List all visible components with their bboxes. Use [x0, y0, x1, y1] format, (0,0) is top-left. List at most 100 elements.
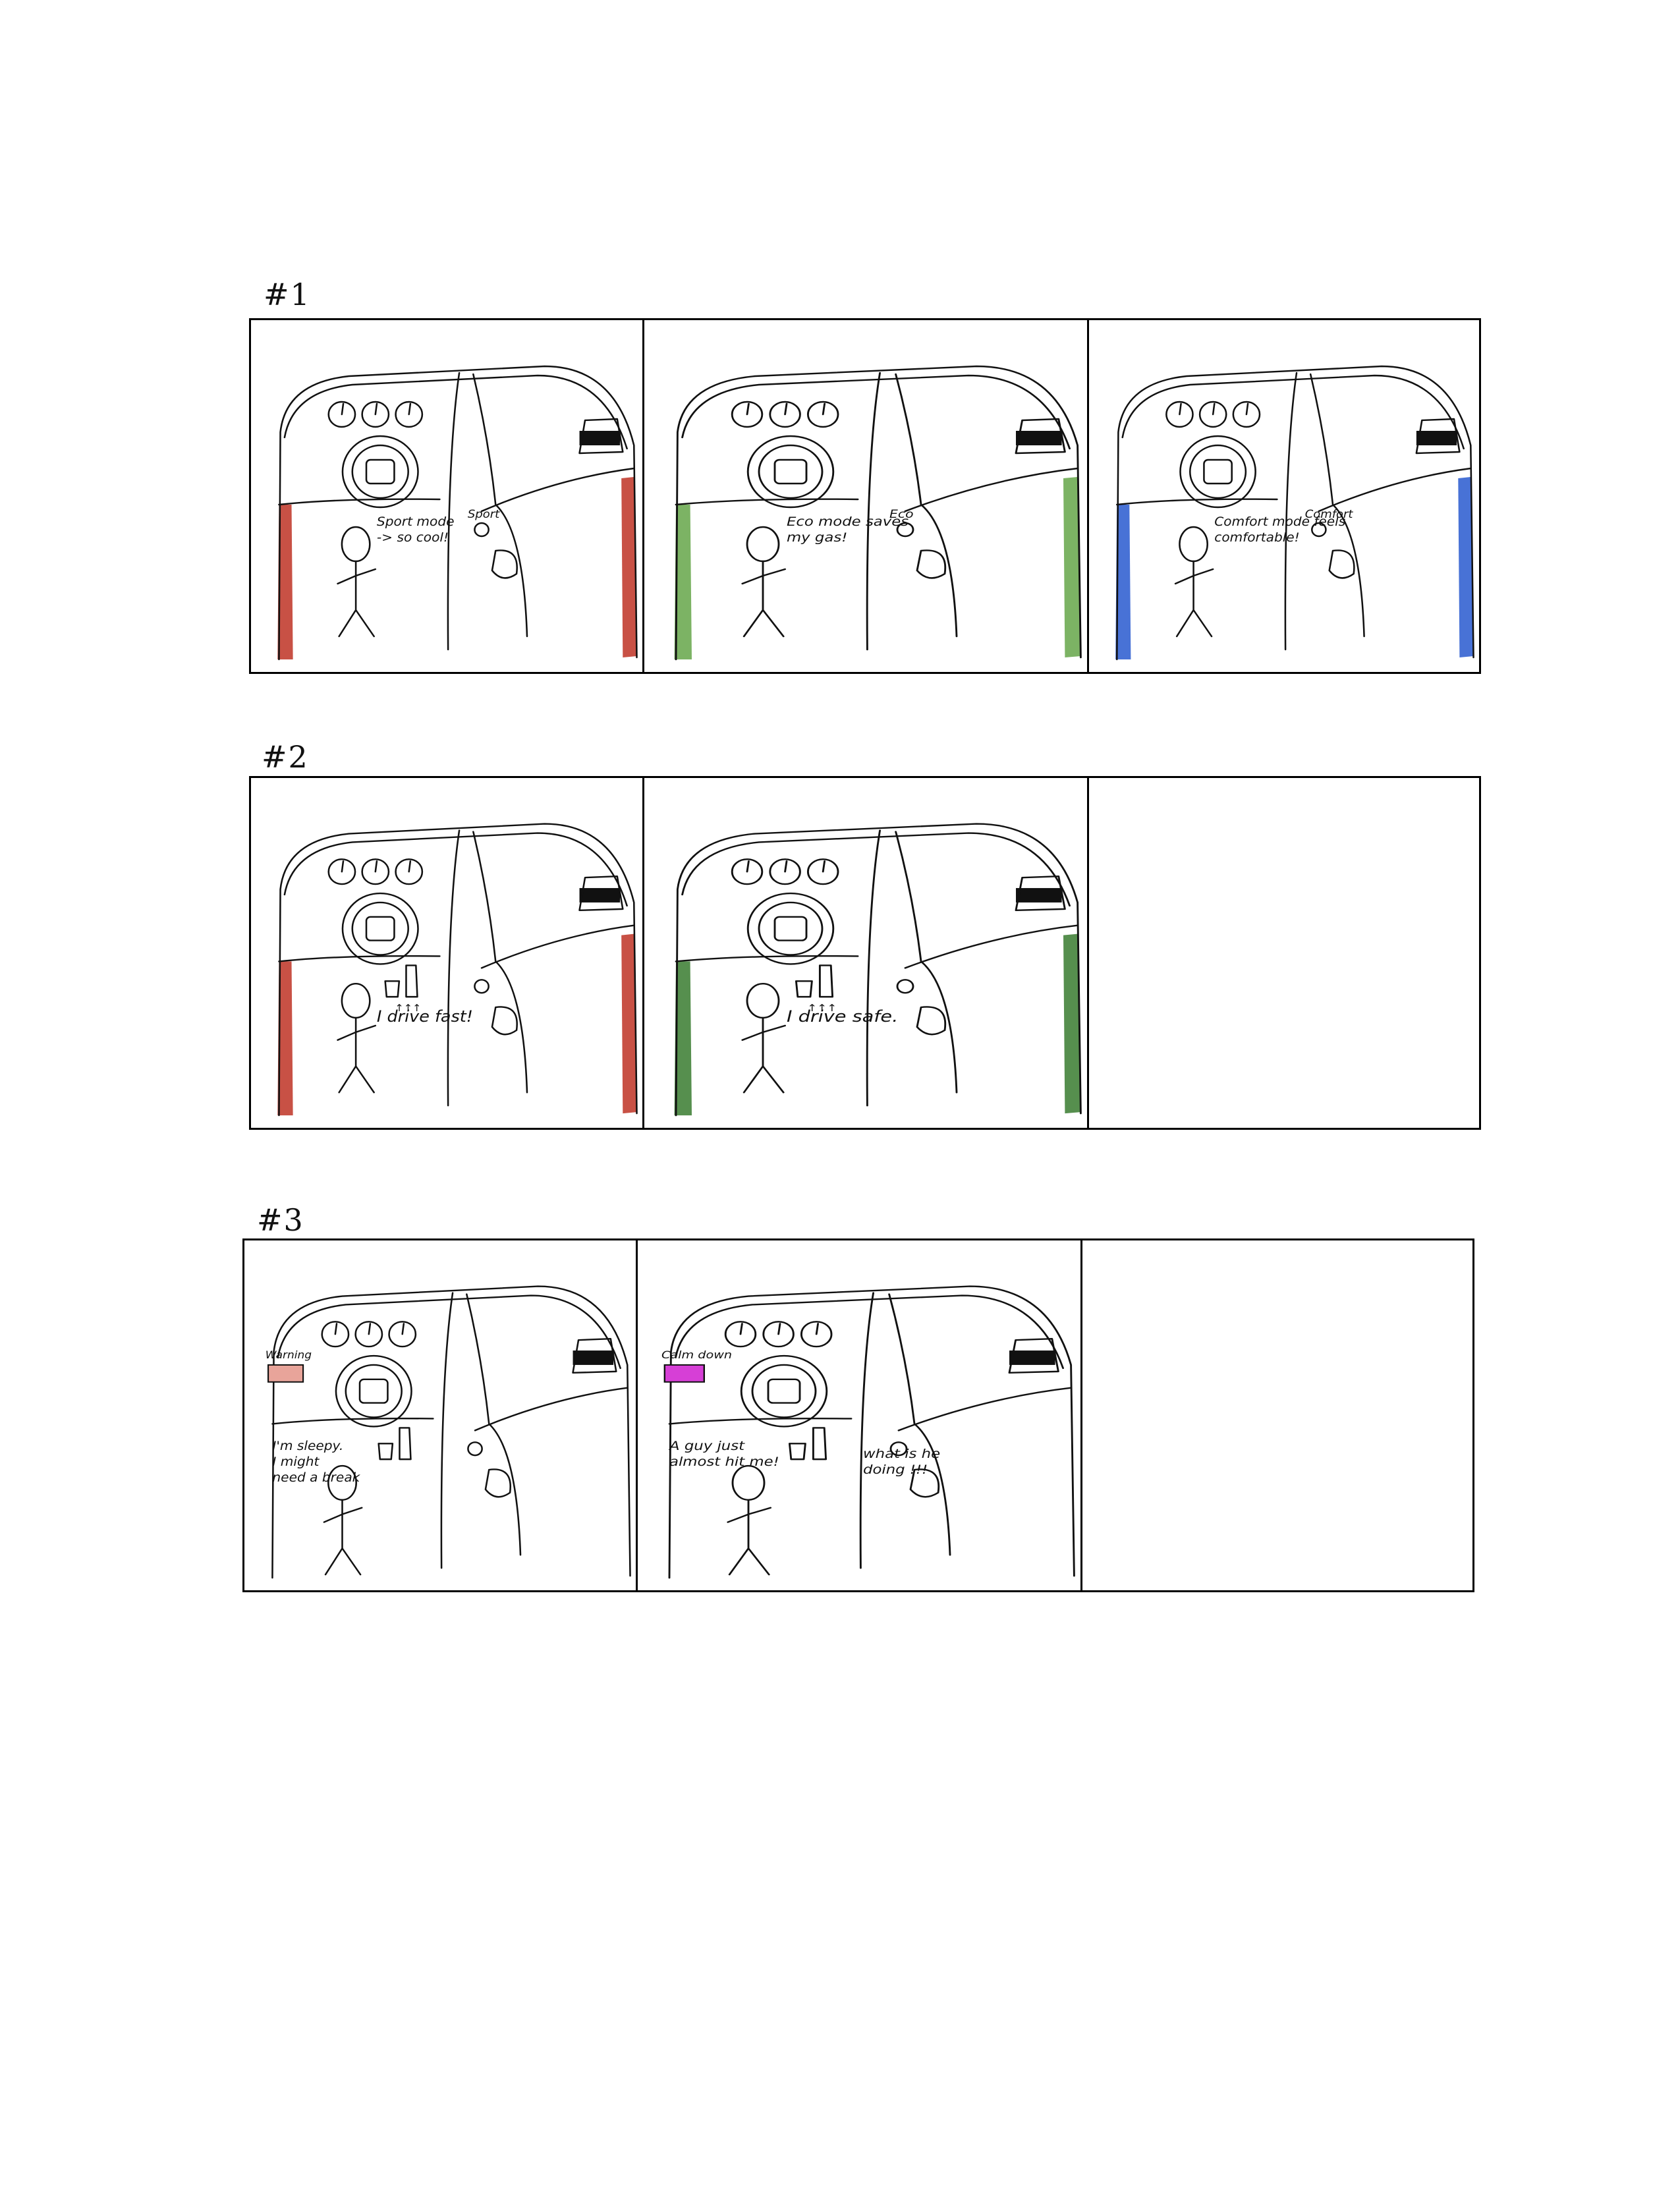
gauge-3-needle	[815, 1323, 820, 1335]
gauge-2-needle	[1212, 403, 1216, 416]
driver-body	[741, 560, 787, 638]
gas-pedal	[818, 964, 834, 998]
dash-line-right	[904, 467, 1079, 513]
vent-icon	[579, 888, 621, 903]
steering-hub	[773, 459, 808, 485]
storyboard: #1 Sport Sport mode -> so cool! Eco Eco mod…	[0, 0, 1680, 2197]
mode-label: Sport	[468, 508, 501, 520]
gear-knob	[916, 549, 947, 579]
panel: Calm down A guy just almost hit me! what is…	[638, 1240, 1082, 1590]
dashboard-outline	[1116, 365, 1474, 661]
gas-pedal	[812, 1427, 827, 1460]
brake-pedal	[788, 1443, 806, 1460]
dashboard-outline	[278, 823, 638, 1117]
steering-wheel	[740, 1354, 828, 1428]
storyboard-row-3: Warning I'm sleepy. I might need a break Ca…	[242, 1238, 1474, 1592]
gas-pedal	[405, 964, 418, 998]
mode-knob	[474, 979, 490, 994]
speech-line: I might	[272, 1455, 320, 1469]
panel-sketch: EcoEco mode savesmy gas!	[674, 365, 1082, 661]
steering-wheel	[746, 892, 835, 965]
gauge-1-needle	[341, 860, 345, 873]
steering-wheel	[341, 435, 419, 509]
driver-head	[746, 983, 780, 1019]
panel: Eco Eco mode saves my gas!	[644, 320, 1089, 672]
panel: Sport Sport mode -> so cool!	[251, 320, 644, 672]
alert-indicator	[663, 1364, 705, 1383]
dash-line-right	[897, 1387, 1073, 1432]
steering-wheel-inner	[758, 901, 824, 956]
gauge-1-needle	[341, 403, 345, 416]
panel-sketch: Calm down A guy just almost hit me! what is…	[661, 1285, 1075, 1579]
vent-icon	[1009, 1350, 1055, 1365]
dashboard-edge	[681, 832, 1071, 907]
driver-body	[1174, 560, 1214, 638]
brake-pedal	[384, 980, 401, 998]
dashboard-edge	[283, 374, 628, 450]
driver-head	[341, 983, 371, 1019]
mode-knob	[474, 522, 490, 538]
vent-icon	[1416, 431, 1457, 445]
gauge-2-needle	[374, 403, 378, 416]
speech-line: I drive safe.	[787, 1007, 898, 1026]
vent-icon	[1016, 431, 1062, 445]
center-console	[447, 829, 528, 1107]
mode-knob	[896, 979, 914, 994]
driver-head	[731, 1464, 766, 1501]
gauge-3-needle	[401, 1323, 405, 1335]
dashboard-edge	[1121, 374, 1465, 450]
gear-knob	[484, 1468, 511, 1498]
driver-body	[727, 1499, 772, 1576]
steering-hub	[767, 1378, 801, 1404]
dashboard-edge	[283, 832, 628, 907]
speech-line: Eco mode saves	[787, 514, 909, 529]
panel: Comfort Comfort mode feels comfortable!	[1089, 320, 1479, 672]
alert-label: Calm down	[661, 1349, 732, 1361]
gauge-1-needle	[739, 1323, 743, 1335]
brake-pedal	[378, 1443, 394, 1460]
center-console	[866, 829, 958, 1107]
speech-line: Sport mode	[377, 514, 455, 529]
dashboard-outline	[675, 365, 1082, 661]
gauge-3-needle	[408, 860, 412, 873]
panel: ↑↑↑ I drive fast!	[251, 778, 644, 1128]
row-label-1: #1	[264, 277, 311, 312]
gear-knob	[1328, 549, 1355, 579]
panel: Warning I'm sleepy. I might need a break	[244, 1240, 638, 1590]
dashboard-outline	[675, 823, 1082, 1117]
steering-wheel	[746, 435, 835, 509]
row-label-2: #2	[262, 739, 309, 775]
dashboard-edge	[277, 1294, 621, 1370]
gauge-1-needle	[334, 1323, 338, 1335]
steering-wheel	[1179, 435, 1256, 509]
steering-wheel-inner	[351, 901, 409, 956]
gauge-2-needle	[374, 860, 378, 873]
panel-sketch: ↑↑↑I drive fast!	[277, 823, 638, 1117]
driver-body	[323, 1499, 363, 1576]
driver-head	[746, 526, 780, 563]
panel-sketch: Warning I'm sleepy. I mightneed a break	[266, 1285, 631, 1579]
speech-line: I drive fast!	[377, 1007, 473, 1026]
panel: ↑↑↑ I drive safe.	[644, 778, 1089, 1128]
speech-line: Comfort mode feels	[1214, 514, 1345, 529]
gauge-2-needle	[784, 860, 788, 873]
panel-sketch: ComfortComfort mode feelscomfortable!	[1115, 365, 1474, 661]
gear-knob	[491, 1006, 518, 1036]
mode-knob	[467, 1441, 483, 1457]
speech-line: I'm sleepy.	[272, 1439, 343, 1453]
dashboard-outline	[668, 1285, 1075, 1579]
steering-wheel	[341, 892, 419, 965]
speech-line: my gas!	[787, 530, 847, 545]
brake-pedal	[795, 980, 813, 998]
gauge-3-needle	[1245, 403, 1249, 416]
dash-line-right	[480, 467, 635, 513]
center-console	[440, 1292, 522, 1569]
gauge-3-needle	[408, 403, 412, 416]
dashboard-edge	[681, 374, 1071, 450]
speech-line: comfortable!	[1214, 530, 1299, 545]
steering-hub	[358, 1378, 389, 1404]
row-label-3: #3	[257, 1202, 304, 1238]
steering-wheel-inner	[1189, 444, 1247, 499]
vent-icon	[1016, 888, 1062, 903]
steering-hub	[365, 459, 395, 485]
